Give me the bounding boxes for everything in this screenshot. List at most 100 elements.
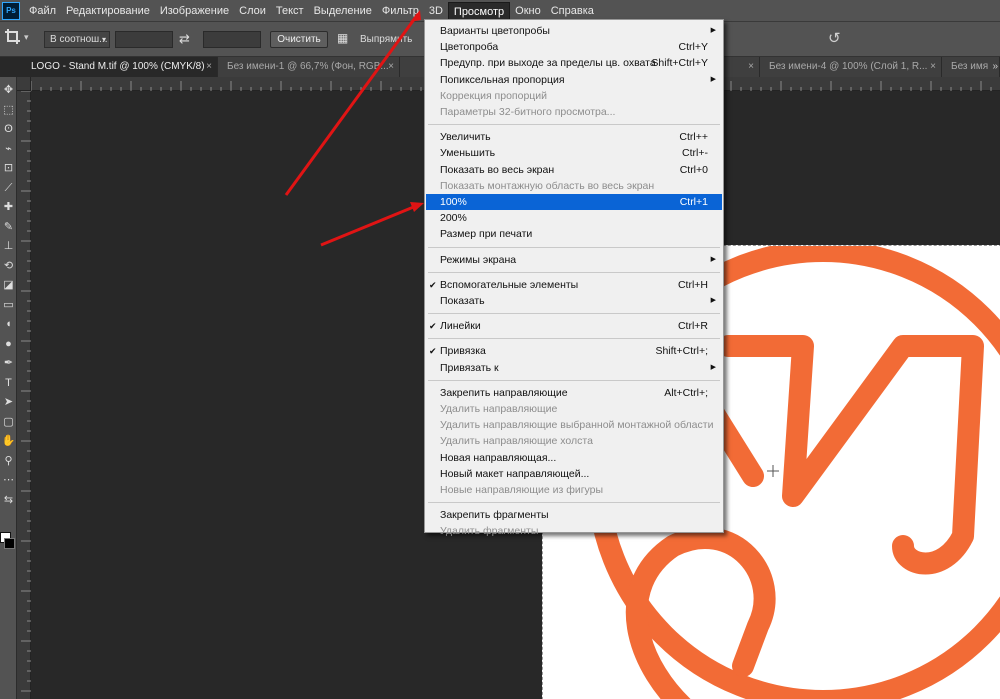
ruler-origin[interactable] bbox=[17, 77, 31, 91]
menu-item-label: Удалить фрагменты bbox=[440, 525, 539, 538]
zoom-icon[interactable]: ⚲ bbox=[0, 452, 17, 470]
menu-item-shortcut: Ctrl+Y bbox=[678, 41, 708, 54]
hand-icon[interactable]: ✋ bbox=[0, 432, 17, 450]
swap-colors-icon[interactable]: ⇆ bbox=[0, 491, 17, 509]
move-icon[interactable]: ✥ bbox=[0, 81, 17, 99]
document-tab-1[interactable]: Без имени-1 @ 66,7% (Фон, RGB... × bbox=[218, 57, 400, 77]
menu-item-shortcut: Ctrl+- bbox=[682, 147, 708, 160]
history-brush-icon[interactable]: ⟲ bbox=[0, 257, 17, 275]
crop-icon[interactable] bbox=[4, 28, 26, 50]
double-chevron-right-icon[interactable]: » bbox=[992, 57, 998, 76]
straighten-icon[interactable]: ▦ bbox=[337, 30, 353, 47]
menu-item-2[interactable]: Изображение bbox=[155, 2, 234, 20]
menu-item-label: Закрепить направляющие bbox=[440, 386, 568, 399]
crop-width-input[interactable] bbox=[115, 31, 173, 48]
view-menu-item: Коррекция пропорций bbox=[426, 88, 722, 104]
checkmark-icon: ✔ bbox=[429, 346, 437, 357]
crop-ratio-select[interactable]: В соотнош... ▾ bbox=[44, 31, 110, 48]
view-menu-item: Параметры 32-битного просмотра... bbox=[426, 104, 722, 120]
tool-preset-chevron-down-icon[interactable]: ▾ bbox=[24, 32, 29, 49]
vertical-ruler[interactable] bbox=[17, 90, 31, 699]
menu-item-1[interactable]: Редактирование bbox=[61, 2, 155, 20]
menu-item-9[interactable]: Окно bbox=[510, 2, 546, 20]
type-icon[interactable]: T bbox=[0, 374, 17, 392]
view-menu-item[interactable]: Привязать к ▶ bbox=[426, 360, 722, 376]
menu-item-label: Показать bbox=[440, 295, 485, 307]
swap-dimensions-icon[interactable]: ⇄ bbox=[179, 30, 195, 47]
pen-icon[interactable]: ✒ bbox=[0, 354, 17, 372]
view-menu-item: Удалить направляющие выбранной монтажной… bbox=[426, 417, 722, 433]
view-menu-item[interactable]: Размер при печати bbox=[426, 226, 722, 242]
document-tab-label: Без имени-4 @ 100% (Слой 1, R... bbox=[769, 61, 928, 72]
menu-item-label: Режимы экрана bbox=[440, 253, 517, 266]
quick-select-icon[interactable]: ⌁ bbox=[0, 140, 17, 158]
view-menu-item[interactable]: Цветопроба Ctrl+Y bbox=[426, 39, 722, 55]
menu-item-3[interactable]: Слои bbox=[234, 2, 271, 20]
eyedropper-icon[interactable]: ⟋ bbox=[0, 179, 17, 197]
menu-item-0[interactable]: Файл bbox=[24, 2, 61, 20]
document-tab-4[interactable]: Без имени-4 @ 100% (Слой 1, R... × bbox=[760, 57, 942, 77]
menu-separator bbox=[428, 246, 720, 248]
view-menu-item[interactable]: Новая направляющая... bbox=[426, 450, 722, 466]
menu-item-label: Удалить направляющие bbox=[440, 403, 558, 415]
view-menu-item[interactable]: Показать во весь экран Ctrl+0 bbox=[426, 162, 722, 178]
view-menu-item[interactable]: Режимы экрана ▶ bbox=[426, 252, 722, 268]
menu-item-label: Параметры 32-битного просмотра... bbox=[440, 106, 616, 118]
menu-item-5[interactable]: Выделение bbox=[309, 2, 377, 20]
clone-stamp-icon[interactable]: ⊥ bbox=[0, 237, 17, 255]
view-menu-item[interactable]: Предупр. при выходе за пределы цв. охват… bbox=[426, 55, 722, 71]
menu-item-label: Закрепить фрагменты bbox=[440, 509, 549, 522]
menu-item-shortcut: Ctrl+1 bbox=[679, 196, 708, 208]
document-tab-5[interactable]: Без имя bbox=[942, 57, 1000, 77]
menu-item-label: Показать монтажную область во весь экран bbox=[440, 179, 655, 192]
view-menu-item[interactable]: Варианты цветопробы ▶ bbox=[426, 23, 722, 39]
view-menu-item[interactable]: ✔ Линейки Ctrl+R bbox=[426, 318, 722, 334]
background-color-swatch[interactable] bbox=[4, 538, 15, 549]
tools-panel: ✥ ⬚ ʘ ⌁ ⊡ ⟋ ✚ ✎ ⊥ ⟲ ◪ ▭ ◖ ● ✒ T ➤ ▢ ✋ ⚲ ⋯ ⇆ bbox=[0, 77, 17, 699]
menu-item-4[interactable]: Текст bbox=[271, 2, 309, 20]
close-tab-icon[interactable]: × bbox=[206, 57, 212, 76]
view-menu-item[interactable]: ✔ Вспомогательные элементы Ctrl+H bbox=[426, 277, 722, 293]
blur-icon[interactable]: ◖ bbox=[0, 315, 17, 333]
chevron-down-icon: ▾ bbox=[101, 35, 106, 44]
menu-item-shortcut: Ctrl+0 bbox=[679, 163, 708, 176]
crop-icon[interactable]: ⊡ bbox=[0, 159, 17, 177]
eraser-icon[interactable]: ◪ bbox=[0, 276, 17, 294]
view-menu-item[interactable]: ✔ Привязка Shift+Ctrl+; bbox=[426, 343, 722, 359]
gradient-icon[interactable]: ▭ bbox=[0, 296, 17, 314]
view-menu-item[interactable]: Увеличить Ctrl++ bbox=[426, 129, 722, 145]
close-tab-icon[interactable]: × bbox=[388, 57, 394, 76]
dodge-icon[interactable]: ● bbox=[0, 335, 17, 353]
more-icon[interactable]: ⋯ bbox=[0, 471, 17, 489]
menu-separator bbox=[428, 271, 720, 273]
view-menu-item[interactable]: Попиксельная пропорция ▶ bbox=[426, 72, 722, 88]
view-menu-item[interactable]: Новый макет направляющей... bbox=[426, 466, 722, 482]
brush-icon[interactable]: ✎ bbox=[0, 218, 17, 236]
marquee-icon[interactable]: ⬚ bbox=[0, 101, 17, 119]
close-tab-icon[interactable]: × bbox=[930, 57, 936, 76]
menu-item-label: Новый макет направляющей... bbox=[440, 467, 590, 480]
reset-icon[interactable]: ↺ bbox=[828, 28, 846, 47]
path-select-icon[interactable]: ➤ bbox=[0, 393, 17, 411]
close-tab-icon[interactable]: × bbox=[748, 57, 754, 76]
view-menu-item[interactable]: Закрепить фрагменты bbox=[426, 507, 722, 523]
document-tab-label: Без имя bbox=[951, 61, 989, 72]
document-tab-label: LOGO - Stand M.tif @ 100% (CMYK/8) bbox=[31, 61, 205, 72]
lasso-icon[interactable]: ʘ bbox=[0, 120, 17, 138]
photoshop-app-icon[interactable]: Ps bbox=[2, 1, 20, 20]
crop-height-input[interactable] bbox=[203, 31, 261, 48]
menu-item-10[interactable]: Справка bbox=[546, 2, 599, 20]
view-menu-item[interactable]: Уменьшить Ctrl+- bbox=[426, 145, 722, 161]
straighten-button[interactable]: Выпрямить bbox=[360, 31, 424, 48]
view-menu-item[interactable]: 100% Ctrl+1 bbox=[426, 194, 722, 210]
view-menu-item[interactable]: 200% bbox=[426, 210, 722, 226]
menu-item-8[interactable]: Просмотр bbox=[447, 1, 511, 20]
clear-button[interactable]: Очистить bbox=[270, 31, 328, 48]
menu-item-7[interactable]: 3D bbox=[424, 2, 448, 20]
document-tab-0[interactable]: LOGO - Stand M.tif @ 100% (CMYK/8) × bbox=[22, 57, 218, 77]
shape-icon[interactable]: ▢ bbox=[0, 413, 17, 431]
menu-item-6[interactable]: Фильтр bbox=[377, 2, 424, 20]
healing-icon[interactable]: ✚ bbox=[0, 198, 17, 216]
view-menu-item[interactable]: Показать ▶ bbox=[426, 293, 722, 309]
view-menu-item[interactable]: Закрепить направляющие Alt+Ctrl+; bbox=[426, 385, 722, 401]
